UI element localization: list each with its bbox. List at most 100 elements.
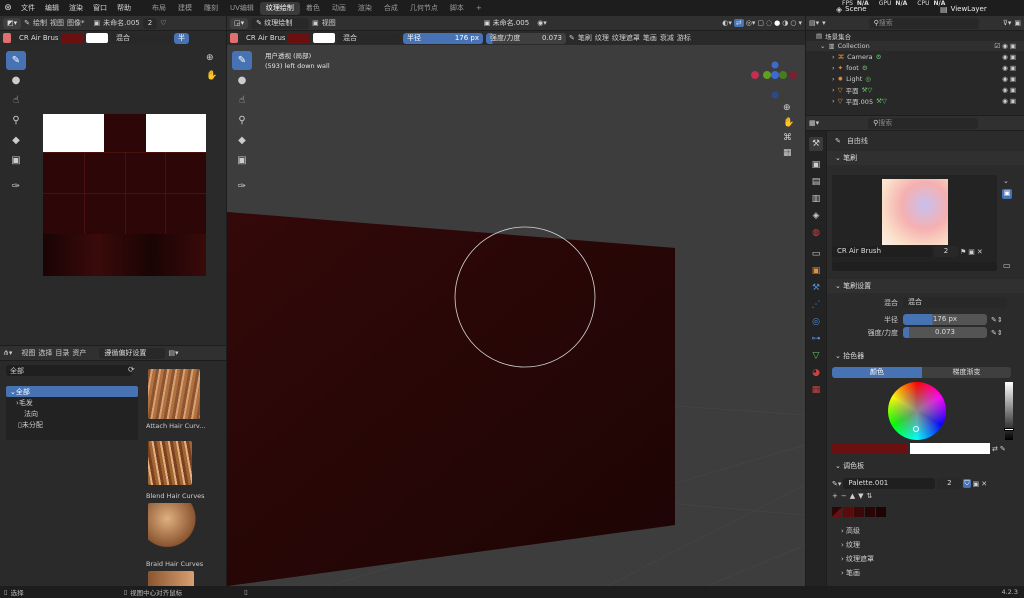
overlay-icon[interactable]: ◎▾ (746, 19, 756, 27)
properties-type-icon[interactable]: ▦▾ (809, 119, 819, 127)
vp-smear-tool-icon[interactable]: ☝ (232, 91, 252, 110)
workspace-tab-texture-paint[interactable]: 纹理绘制 (259, 1, 300, 15)
checkbox-visible-icons[interactable]: ☑ ◉ ▣ (994, 42, 1016, 50)
palette-users-count[interactable]: 2 (937, 478, 962, 489)
zoom-icon[interactable]: ⊕ (206, 53, 214, 63)
primary-color-swatch[interactable] (61, 33, 83, 43)
brush-settings-header[interactable]: ⌄ 笔刷设置 (827, 279, 1024, 293)
radius-pressure-icon[interactable]: ✎⇕ (991, 316, 1003, 324)
viewport-brush-color-small[interactable] (230, 33, 238, 43)
clone-tool-icon[interactable]: ⚲ (6, 111, 26, 130)
visibility-icons[interactable]: ◉ ▣ (1002, 97, 1016, 105)
brush-add-icon[interactable]: ▣ (1002, 189, 1012, 199)
vp-draw-tool-icon[interactable]: ✎ (232, 51, 252, 70)
asset-browser-icon[interactable]: ⋔▾ (3, 349, 12, 357)
palette-sort-icon[interactable]: ⇅ (867, 492, 873, 500)
shading-options-icon[interactable]: ▾ (798, 19, 802, 27)
viewport-brush-name[interactable]: CR Air Brush (241, 32, 285, 44)
asset-item-partial[interactable] (148, 571, 194, 586)
view-layer-tab-icon[interactable]: ▥ (809, 192, 823, 206)
brush-expand-icon[interactable]: ⌄ (1003, 177, 1009, 185)
menu-help[interactable]: 帮助 (112, 3, 136, 13)
workspace-tab-sculpting[interactable]: 雕刻 (198, 2, 224, 15)
catalog-hair-row[interactable]: › 毛发 (6, 397, 138, 408)
draw-tool-icon[interactable]: ✎ (6, 51, 26, 70)
tool-tab-icon[interactable]: ⚒ (809, 137, 823, 151)
texture-tab-icon[interactable]: ▦ (809, 383, 823, 397)
eyedropper-icon[interactable]: ✎ (1000, 445, 1006, 453)
image-menu[interactable]: 图像* (67, 18, 85, 28)
brush-datablock-name[interactable]: CR Air Brush (832, 246, 932, 257)
outliner-search[interactable]: ⚲ 搜索 (868, 17, 979, 29)
vp-clone-tool-icon[interactable]: ⚲ (232, 111, 252, 130)
swap-colors-icon[interactable]: ⇄ (992, 445, 998, 453)
mask-tool-icon[interactable]: ▣ (6, 151, 26, 170)
vp-camera-icon[interactable]: ⌘ (783, 133, 794, 143)
catalog-unassigned-row[interactable]: ▯ 未分配 (6, 419, 138, 430)
asset-select-menu[interactable]: 选择 (38, 348, 52, 358)
blend-mode-dropdown[interactable]: 混合 (111, 32, 171, 44)
add-workspace-button[interactable]: + (470, 2, 488, 15)
annotate-tool-icon[interactable]: ✑ (6, 177, 26, 196)
palette-header[interactable]: ⌄ 调色板 (827, 459, 1024, 473)
scene-tab-icon[interactable]: ◈ (809, 209, 823, 223)
tab-cursor[interactable]: 游标 (677, 33, 691, 43)
vp-annotate-tool-icon[interactable]: ✑ (232, 177, 252, 196)
palette-duplicate-icon[interactable]: ▣ (973, 480, 980, 488)
blend-dropdown[interactable]: 混合 (903, 297, 1007, 308)
advanced-panel-header[interactable]: › 高级 (841, 524, 1021, 538)
viewport-secondary-color[interactable] (313, 33, 335, 43)
view-layer-selector[interactable]: ▤ ViewLayer (940, 4, 987, 14)
paint-mode-icon[interactable]: ✎ (24, 19, 30, 27)
image-editor-canvas[interactable]: ✎ ● ☝ ⚲ ◆ ▣ ✑ ⊕ ✋ (0, 45, 226, 345)
wireframe-shading-icon[interactable]: ◌ (766, 19, 772, 27)
data-tab-icon[interactable]: ▽ (809, 349, 823, 363)
palette-remove-icon[interactable]: ✕ (981, 480, 987, 488)
vp-zoom-icon[interactable]: ⊕ (783, 103, 794, 113)
visibility-icons[interactable]: ◉ ▣ (1002, 53, 1016, 61)
visibility-icons[interactable]: ◉ ▣ (1002, 64, 1016, 72)
outliner-light-row[interactable]: › ✹ Light ◎ ◉ ▣ (806, 73, 1024, 84)
new-collection-icon[interactable]: ▣ (1014, 19, 1021, 27)
display-mode-icon[interactable]: ▤▾ (168, 349, 178, 357)
render-tab-icon[interactable]: ▣ (809, 158, 823, 172)
visibility-icon[interactable]: ◐▾ (722, 19, 732, 27)
object-tab-icon[interactable]: ▣ (809, 264, 823, 278)
palette-color[interactable] (876, 507, 886, 517)
tab-texture-mask[interactable]: 纹理遮罩 (612, 33, 640, 43)
vp-ortho-grid-icon[interactable]: ▦ (783, 148, 794, 158)
menu-edit[interactable]: 编辑 (40, 3, 64, 13)
brush-color-small[interactable] (3, 33, 11, 43)
solid-shading-icon[interactable]: ● (774, 19, 780, 27)
brush-name-field[interactable]: CR Air Brush (14, 32, 58, 44)
brush-duplicate-icon[interactable]: ▣ (968, 248, 975, 256)
palette-move-up-icon[interactable]: ▲ (850, 492, 855, 500)
asset-item[interactable]: Blend Hair Curves (146, 441, 206, 505)
navigation-gizmo[interactable] (751, 61, 797, 99)
prop-strength-field[interactable]: 0.073 (903, 327, 987, 338)
pressure-icon[interactable]: ✎ (569, 34, 575, 42)
image-users-count[interactable]: 2 (142, 17, 158, 29)
brush-preview-image[interactable] (882, 179, 948, 245)
view-menu[interactable]: 视图 (50, 18, 64, 28)
workspace-tab-uv-editing[interactable]: UV编辑 (224, 2, 260, 15)
toggle-icon[interactable]: ▣ (312, 19, 319, 27)
menu-window[interactable]: 窗口 (88, 3, 112, 13)
physics-tab-icon[interactable]: ◎ (809, 315, 823, 329)
outliner-camera-row[interactable]: › ⌘ Camera ⚙ ◉ ▣ (806, 51, 1024, 62)
palette-color[interactable] (865, 507, 875, 517)
texture-mask-panel-header[interactable]: › 纹理遮罩 (841, 552, 1021, 566)
asset-item[interactable]: Braid Hair Curves (146, 503, 206, 568)
value-slider[interactable] (1004, 382, 1014, 440)
vp-pan-icon[interactable]: ✋ (783, 118, 794, 128)
brush-remove-icon[interactable]: ✕ (977, 248, 983, 256)
brush-users-count[interactable]: 2 (934, 246, 958, 257)
prop-primary-color[interactable] (832, 443, 908, 454)
palette-shield-icon[interactable]: ⛉ (963, 479, 971, 488)
brush-asset-field[interactable] (832, 262, 997, 271)
scene-selector[interactable]: ◈ Scene (836, 4, 867, 14)
outliner-foot-row[interactable]: › ✦ foot ⚙ ◉ ▣ (806, 62, 1024, 73)
gizmo-icon[interactable]: ⇄ (733, 19, 744, 27)
workspace-tab-rendering[interactable]: 渲染 (352, 2, 378, 15)
display-filter-icon[interactable]: ▾ (822, 19, 826, 27)
